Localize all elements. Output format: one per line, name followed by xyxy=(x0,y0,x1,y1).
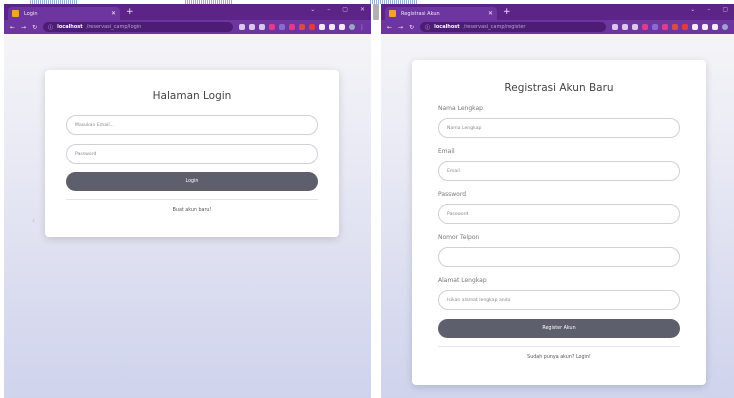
extensions-bar: ⋮ xyxy=(239,24,365,31)
forward-icon[interactable]: → xyxy=(398,24,403,31)
url-host: localhost xyxy=(434,24,460,30)
star-icon[interactable] xyxy=(259,24,265,30)
list-icon[interactable] xyxy=(329,24,335,30)
key-icon[interactable] xyxy=(612,24,618,30)
forward-icon[interactable]: → xyxy=(21,24,26,31)
url-host: localhost xyxy=(57,24,83,30)
browser-toolbar: ← → ↻ ⓘ localhost/reservasi_camp/registe… xyxy=(381,20,734,34)
minimize-icon[interactable]: – xyxy=(327,6,330,13)
screen: Login ✕ + ⌄ – ▢ ✕ ← → ↻ ⓘ localhost/rese… xyxy=(0,0,734,398)
sidebar-icon[interactable] xyxy=(712,24,718,30)
url-path: /reservasi_camp/register xyxy=(463,24,526,30)
login-link[interactable]: Sudah punya akun? Login! xyxy=(412,355,706,360)
share-icon[interactable] xyxy=(249,24,255,30)
minimize-icon[interactable]: – xyxy=(707,6,710,13)
key-icon[interactable] xyxy=(239,24,245,30)
favicon-icon xyxy=(389,10,396,17)
chevron-down-icon[interactable]: ⌄ xyxy=(310,6,315,13)
new-tab-icon[interactable]: + xyxy=(126,7,134,17)
page-viewport: Halaman Login Masukan Email... Password … xyxy=(4,34,371,398)
email-field[interactable]: Email xyxy=(438,161,680,181)
chevron-down-icon[interactable]: ⌄ xyxy=(690,6,695,13)
register-link[interactable]: Buat akun baru! xyxy=(45,208,339,213)
page-viewport: Registrasi Akun Baru Nama Lengkap Nama L… xyxy=(381,34,734,398)
field-label-telpon: Nomor Telpon xyxy=(438,234,480,241)
field-label-email: Email xyxy=(438,148,455,155)
password-field[interactable]: Password xyxy=(438,204,680,224)
field-label-password: Password xyxy=(438,191,467,198)
info-icon: ⓘ xyxy=(48,24,54,31)
avatar[interactable] xyxy=(722,24,728,30)
share-icon[interactable] xyxy=(622,24,628,30)
nama-lengkap-field[interactable]: Nama Lengkap xyxy=(438,118,680,138)
divider xyxy=(438,346,680,347)
tab-login[interactable]: Login ✕ xyxy=(8,7,120,20)
browser-toolbar: ← → ↻ ⓘ localhost/reservasi_camp/login ⋮ xyxy=(4,20,371,34)
split-handle[interactable] xyxy=(373,4,379,20)
favicon-icon xyxy=(12,10,19,17)
tab-label: Registrasi Akun xyxy=(401,10,440,17)
extension-icon[interactable] xyxy=(662,24,668,30)
address-bar[interactable]: ⓘ localhost/reservasi_camp/register xyxy=(420,22,606,32)
chevron-left-icon[interactable]: ‹ xyxy=(32,216,35,225)
window-controls: ⌄ – ▢ xyxy=(690,6,728,13)
browser-window-register: Registrasi Akun ✕ + ⌄ – ▢ ← → ↻ ⓘ localh… xyxy=(381,4,734,398)
window-controls: ⌄ – ▢ ✕ xyxy=(310,6,365,13)
extension-icon[interactable] xyxy=(279,24,285,30)
close-tab-icon[interactable]: ✕ xyxy=(488,10,493,17)
back-icon[interactable]: ← xyxy=(387,24,392,31)
sidebar-icon[interactable] xyxy=(339,24,345,30)
tab-registrasi[interactable]: Registrasi Akun ✕ xyxy=(385,7,497,20)
extension-icon[interactable] xyxy=(652,24,658,30)
extension-icon[interactable] xyxy=(269,24,275,30)
register-card: Registrasi Akun Baru Nama Lengkap Nama L… xyxy=(412,60,706,385)
close-tab-icon[interactable]: ✕ xyxy=(111,10,116,17)
new-tab-icon[interactable]: + xyxy=(503,7,511,17)
info-icon: ⓘ xyxy=(425,24,431,31)
menu-icon[interactable]: ⋮ xyxy=(359,24,365,31)
tab-label: Login xyxy=(24,10,38,17)
reload-icon[interactable]: ↻ xyxy=(32,24,37,31)
list-icon[interactable] xyxy=(702,24,708,30)
nomor-telpon-field[interactable] xyxy=(438,247,680,267)
login-button[interactable]: Login xyxy=(66,172,318,191)
page-title: Halaman Login xyxy=(152,90,232,102)
puzzle-icon[interactable] xyxy=(692,24,698,30)
tab-strip: Registrasi Akun ✕ + ⌄ – ▢ xyxy=(381,4,734,20)
url-path: /reservasi_camp/login xyxy=(86,24,142,30)
maximize-icon[interactable]: ▢ xyxy=(722,6,728,13)
login-card: Halaman Login Masukan Email... Password … xyxy=(45,70,339,237)
field-label-alamat: Alamat Lengkap xyxy=(438,277,487,284)
tab-strip: Login ✕ + ⌄ – ▢ ✕ xyxy=(4,4,371,20)
star-icon[interactable] xyxy=(632,24,638,30)
email-field[interactable]: Masukan Email... xyxy=(66,115,318,135)
extension-icon[interactable] xyxy=(682,24,688,30)
extension-icon[interactable] xyxy=(289,24,295,30)
back-icon[interactable]: ← xyxy=(10,24,15,31)
address-bar[interactable]: ⓘ localhost/reservasi_camp/login xyxy=(43,22,233,32)
alamat-field[interactable]: Isikan alamat lengkap anda xyxy=(438,290,680,310)
avatar[interactable] xyxy=(349,24,355,30)
reload-icon[interactable]: ↻ xyxy=(409,24,414,31)
extension-icon[interactable] xyxy=(672,24,678,30)
extension-icon[interactable] xyxy=(309,24,315,30)
split-divider[interactable] xyxy=(372,4,380,398)
browser-window-login: Login ✕ + ⌄ – ▢ ✕ ← → ↻ ⓘ localhost/rese… xyxy=(4,4,371,398)
puzzle-icon[interactable] xyxy=(319,24,325,30)
maximize-icon[interactable]: ▢ xyxy=(342,6,348,13)
extensions-bar xyxy=(612,24,728,30)
close-window-icon[interactable]: ✕ xyxy=(360,6,365,13)
extension-icon[interactable] xyxy=(642,24,648,30)
divider xyxy=(66,199,318,200)
password-field[interactable]: Password xyxy=(66,144,318,164)
register-button[interactable]: Register Akun xyxy=(438,319,680,338)
field-label-nama: Nama Lengkap xyxy=(438,105,483,112)
extension-icon[interactable] xyxy=(299,24,305,30)
page-title: Registrasi Akun Baru xyxy=(504,82,614,94)
